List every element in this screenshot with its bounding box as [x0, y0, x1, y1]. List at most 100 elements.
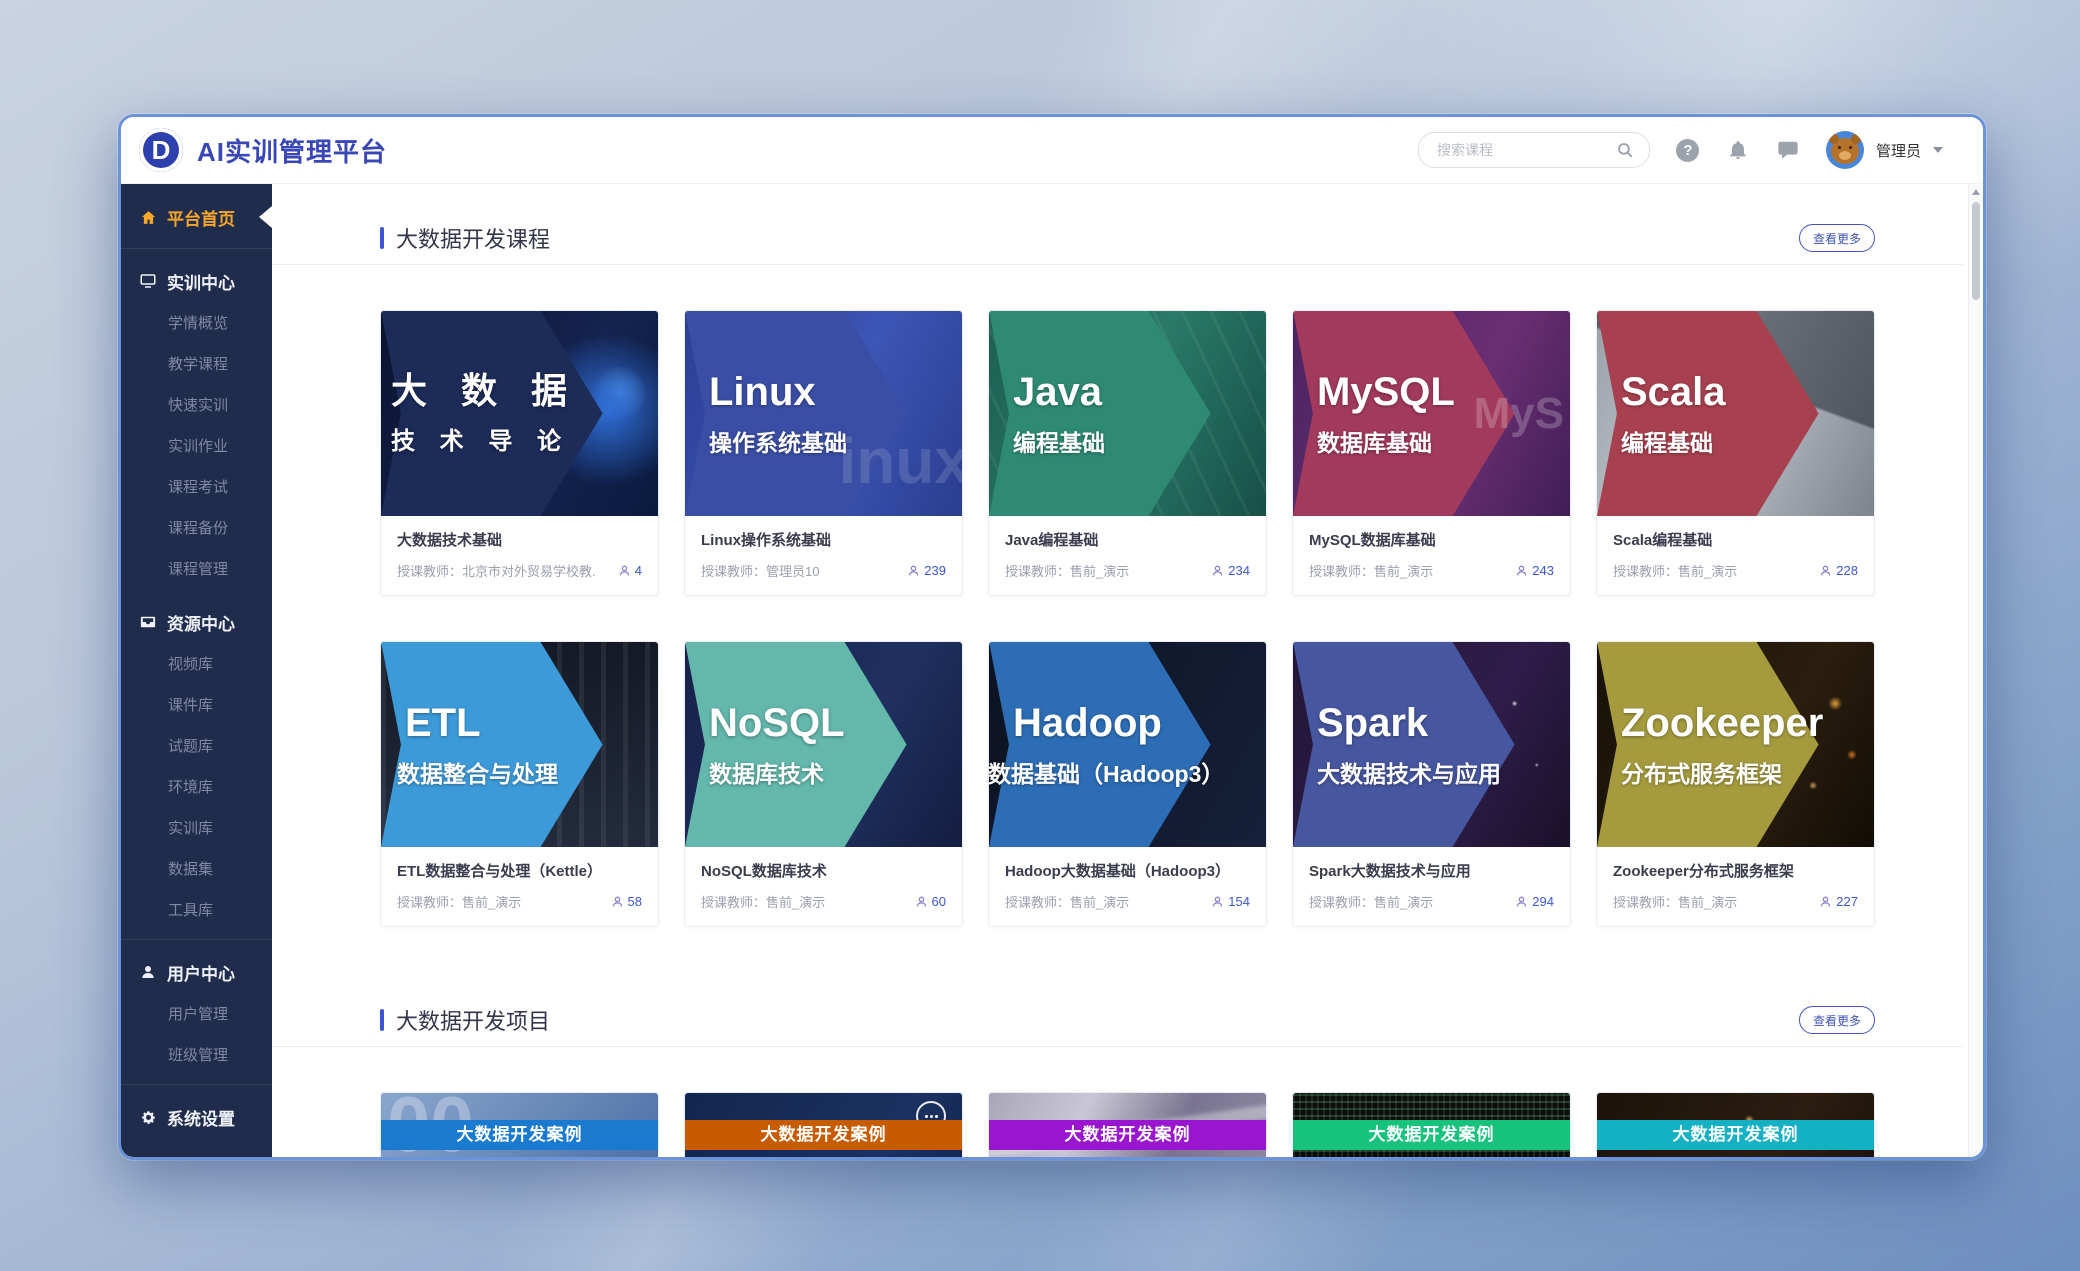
- course-card[interactable]: NoSQL 数据库技术 NoSQL数据库技术 授课教师：售前_演示: [684, 641, 963, 927]
- course-card[interactable]: Spark 大数据技术与应用 Spark大数据技术与应用 授课教师：售前_演示: [1292, 641, 1571, 927]
- section-accent-bar: [380, 1009, 384, 1031]
- project-banner: 大数据开发案例: [381, 1120, 658, 1150]
- bear-eye-right: [1849, 146, 1852, 149]
- project-card[interactable]: 大数据开发案例: [1596, 1092, 1875, 1157]
- section-divider: [272, 264, 1963, 265]
- course-card[interactable]: ETL 数据整合与处理 ETL数据整合与处理（Kettle） 授课教师：售前_演…: [380, 641, 659, 927]
- vertical-scrollbar[interactable]: [1968, 184, 1983, 1157]
- sidebar-item-home[interactable]: 平台首页: [121, 194, 272, 240]
- search-input[interactable]: [1435, 141, 1613, 159]
- course-cover-image: Hadoop 大数据基础（Hadoop3）: [989, 642, 1266, 847]
- sidebar-item-system-settings[interactable]: 系统设置: [121, 1095, 272, 1139]
- sidebar-item-courseware-library[interactable]: 课件库: [121, 685, 272, 726]
- cover-subtitle: 技 术 导 论: [391, 421, 658, 456]
- course-meta: 授课教师：管理员10 239: [701, 561, 946, 580]
- course-title[interactable]: Hadoop大数据基础（Hadoop3）: [1005, 860, 1250, 881]
- course-cover-image: 大 数 据 技 术 导 论: [381, 311, 658, 516]
- cover-text: Java 编程基础: [989, 311, 1266, 516]
- course-cover-image: NoSQL 数据库技术: [685, 642, 962, 847]
- sidebar-item-tool-library[interactable]: 工具库: [121, 890, 272, 931]
- course-cover-image: ETL 数据整合与处理: [381, 642, 658, 847]
- sidebar-item-training-library[interactable]: 实训库: [121, 808, 272, 849]
- course-title[interactable]: Linux操作系统基础: [701, 529, 946, 550]
- person-icon: [1211, 895, 1224, 908]
- sidebar-item-user-management[interactable]: 用户管理: [121, 994, 272, 1035]
- project-card[interactable]: 大数据开发案例: [1292, 1092, 1571, 1157]
- home-icon: [139, 208, 157, 226]
- sidebar-item-environment-library[interactable]: 环境库: [121, 767, 272, 808]
- course-card-footer: ETL数据整合与处理（Kettle） 授课教师：售前_演示 58: [381, 847, 658, 926]
- project-cover-image: 大数据开发案例: [1597, 1093, 1874, 1157]
- course-card[interactable]: Zookeeper 分布式服务框架 Zookeeper分布式服务框架 授课教师：…: [1596, 641, 1875, 927]
- user-avatar[interactable]: [1826, 131, 1864, 169]
- cover-text: Scala 编程基础: [1597, 311, 1874, 516]
- course-card[interactable]: MyS MySQL 数据库基础 MySQL数据库基础 授课教师：: [1292, 310, 1571, 596]
- bear-eye-left: [1838, 146, 1841, 149]
- project-cover-image: 大数据开发案例: [1293, 1093, 1570, 1157]
- course-title[interactable]: Java编程基础: [1005, 529, 1250, 550]
- course-title[interactable]: Zookeeper分布式服务框架: [1613, 860, 1858, 881]
- cover-subtitle: 分布式服务框架: [1621, 755, 1874, 789]
- sidebar-group-training-center[interactable]: 实训中心: [121, 259, 272, 303]
- course-teacher: 授课教师：售前_演示: [1613, 892, 1737, 911]
- user-name[interactable]: 管理员: [1876, 140, 1921, 161]
- sidebar-item-course-backup[interactable]: 课程备份: [121, 508, 272, 549]
- sidebar-item-training-homework[interactable]: 实训作业: [121, 426, 272, 467]
- section-bigdata-projects: 大数据开发项目 查看更多 00 大数据开发案例: [380, 1003, 1875, 1157]
- sidebar-item-video-library[interactable]: 视频库: [121, 644, 272, 685]
- course-cover-image: Zookeeper 分布式服务框架: [1597, 642, 1874, 847]
- course-meta: 授课教师：售前_演示 228: [1613, 561, 1858, 580]
- chevron-down-icon[interactable]: [1933, 147, 1943, 153]
- course-card[interactable]: 大 数 据 技 术 导 论 大数据技术基础 授课教师：北京市对外贸易学校教...: [380, 310, 659, 596]
- sidebar-item-learning-overview[interactable]: 学情概览: [121, 303, 272, 344]
- sidebar-item-datasets[interactable]: 数据集: [121, 849, 272, 890]
- sidebar-item-quick-training[interactable]: 快速实训: [121, 385, 272, 426]
- scroll-up-arrow-icon[interactable]: [1972, 189, 1980, 195]
- messages-icon[interactable]: [1776, 138, 1800, 162]
- search-icon[interactable]: [1613, 138, 1637, 162]
- sidebar-item-question-bank[interactable]: 试题库: [121, 726, 272, 767]
- gear-icon: [139, 1108, 157, 1126]
- course-card[interactable]: Scala 编程基础 Scala编程基础 授课教师：售前_演示: [1596, 310, 1875, 596]
- cover-subtitle: 数据整合与处理: [397, 755, 658, 789]
- course-card[interactable]: Java 编程基础 Java编程基础 授课教师：售前_演示: [988, 310, 1267, 596]
- sidebar-item-teaching-courses[interactable]: 教学课程: [121, 344, 272, 385]
- search-box[interactable]: [1418, 132, 1650, 168]
- count-value: 60: [932, 894, 946, 909]
- course-title[interactable]: MySQL数据库基础: [1309, 529, 1554, 550]
- course-cover-image: Spark 大数据技术与应用: [1293, 642, 1570, 847]
- count-value: 228: [1836, 563, 1858, 578]
- cover-text: Zookeeper 分布式服务框架: [1597, 642, 1874, 847]
- course-card[interactable]: Hadoop 大数据基础（Hadoop3） Hadoop大数据基础（Hadoop…: [988, 641, 1267, 927]
- sidebar-item-course-management[interactable]: 课程管理: [121, 549, 272, 590]
- sidebar: 平台首页 实训中心 学情概览 教学课程 快速实训 实训作业 课程考试 课程备份 …: [121, 184, 272, 1157]
- project-banner: 大数据开发案例: [1293, 1120, 1570, 1150]
- project-card[interactable]: 大数据开发案例: [684, 1092, 963, 1157]
- sidebar-item-course-exams[interactable]: 课程考试: [121, 467, 272, 508]
- app-header: D AI实训管理平台 ?: [121, 117, 1983, 184]
- course-title[interactable]: ETL数据整合与处理（Kettle）: [397, 860, 642, 881]
- cover-text: MySQL 数据库基础: [1293, 311, 1570, 516]
- view-more-courses-button[interactable]: 查看更多: [1799, 224, 1875, 252]
- sidebar-item-class-management[interactable]: 班级管理: [121, 1035, 272, 1076]
- course-meta: 授课教师：售前_演示 154: [1005, 892, 1250, 911]
- header-actions: ?: [1418, 131, 1943, 169]
- project-card[interactable]: 00 大数据开发案例: [380, 1092, 659, 1157]
- sidebar-group-resource-center[interactable]: 资源中心: [121, 600, 272, 644]
- logo-letter: D: [152, 135, 171, 166]
- help-icon[interactable]: ?: [1676, 138, 1700, 162]
- cover-title: Spark: [1317, 701, 1570, 745]
- course-title[interactable]: NoSQL数据库技术: [701, 860, 946, 881]
- sidebar-group-user-center[interactable]: 用户中心: [121, 950, 272, 994]
- view-more-projects-button[interactable]: 查看更多: [1799, 1006, 1875, 1034]
- course-title[interactable]: 大数据技术基础: [397, 529, 642, 550]
- scrollbar-thumb[interactable]: [1972, 202, 1980, 300]
- course-card[interactable]: inux Linux 操作系统基础 Linux操作系统基础 授课: [684, 310, 963, 596]
- course-title[interactable]: Scala编程基础: [1613, 529, 1858, 550]
- course-title[interactable]: Spark大数据技术与应用: [1309, 860, 1554, 881]
- course-teacher: 授课教师：售前_演示: [701, 892, 825, 911]
- project-card[interactable]: 大数据开发案例: [988, 1092, 1267, 1157]
- cover-subtitle: 大数据技术与应用: [1317, 755, 1570, 789]
- course-card-footer: Spark大数据技术与应用 授课教师：售前_演示 294: [1293, 847, 1570, 926]
- notifications-bell-icon[interactable]: [1726, 138, 1750, 162]
